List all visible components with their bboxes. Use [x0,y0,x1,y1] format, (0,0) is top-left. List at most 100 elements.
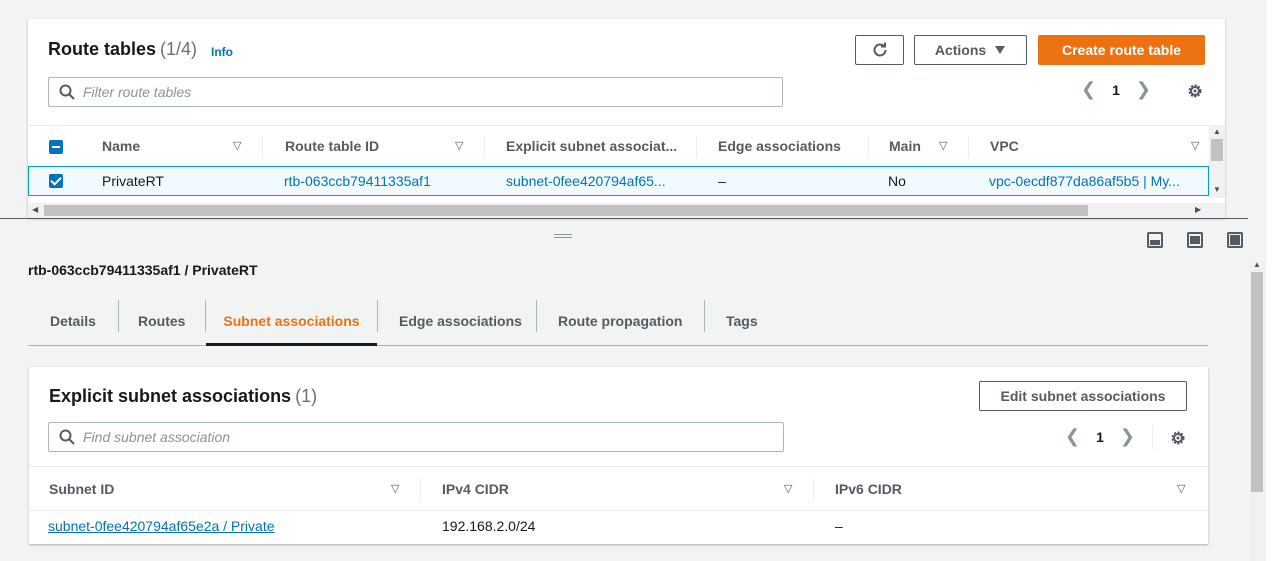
subnet-association-filter-input[interactable] [83,429,683,445]
tab-divider [704,300,705,332]
table-row[interactable]: PrivateRT rtb-063ccb79411335af1 subnet-0… [28,166,1209,196]
col-route-table-id[interactable]: Route table ID [285,138,379,154]
col-edge-associations[interactable]: Edge associations [718,138,841,154]
row-checkbox[interactable] [49,174,63,188]
row-name: PrivateRT [102,173,164,189]
subnet-pagination: ❮ 1 ❯ [1065,426,1135,447]
col-main[interactable]: Main [889,138,921,154]
col-explicit-subnet[interactable]: Explicit subnet associat... [506,138,677,154]
route-tables-panel: Route tables (1/4) Info Actions Create ro… [28,19,1225,218]
sort-icon[interactable]: ▽ [233,139,241,152]
route-tables-filter[interactable] [48,77,783,107]
row-route-table-id-link[interactable]: rtb-063ccb79411335af1 [284,173,431,189]
right-edge-strip [1265,0,1280,561]
subnet-header-row: Subnet ID ▽ IPv4 CIDR ▽ IPv6 CIDR ▽ [29,466,1208,511]
route-tables-title: Route tables (1/4) [48,39,197,60]
tab-routes[interactable]: Routes [138,296,185,346]
col-divider [420,479,421,501]
scroll-thumb[interactable] [1251,272,1263,492]
edit-subnet-associations-button[interactable]: Edit subnet associations [979,381,1187,411]
subnet-associations-heading: Explicit subnet associations [49,386,292,406]
sort-icon[interactable]: ▽ [939,139,947,152]
search-icon [59,84,75,100]
full-screen-icon[interactable] [1227,232,1243,248]
scroll-thumb[interactable] [1211,139,1223,161]
page-vertical-scrollbar[interactable]: ▲ [1249,260,1265,561]
detail-title: rtb-063ccb79411335af1 / PrivateRT [28,262,258,278]
split-divider[interactable] [0,218,1248,219]
tab-subnet-associations[interactable]: Subnet associations [206,296,377,346]
col-divider [484,136,485,158]
drag-handle-icon[interactable] [554,234,572,238]
scroll-up-icon[interactable]: ▲ [1253,260,1261,269]
subnet-associations-title: Explicit subnet associations (1) [49,386,317,407]
actions-label: Actions [934,42,987,58]
sort-icon[interactable]: ▽ [1191,139,1199,152]
col-divider [696,136,697,158]
page-number[interactable]: 1 [1112,82,1120,98]
tab-details[interactable]: Details [50,296,96,346]
row-subnet-link[interactable]: subnet-0fee420794af65... [506,173,666,189]
actions-button[interactable]: Actions [914,35,1027,65]
tab-edge-associations[interactable]: Edge associations [399,296,522,346]
sort-icon[interactable]: ▽ [1177,482,1185,495]
ipv6-cidr-value: – [835,518,843,534]
row-main: No [888,173,906,189]
sort-icon[interactable]: ▽ [784,482,792,495]
route-tables-pagination: ❮ 1 ❯ [1081,79,1151,100]
sort-icon[interactable]: ▽ [455,139,463,152]
info-link[interactable]: Info [211,45,233,59]
subnet-association-filter[interactable] [48,422,784,452]
scroll-down-icon[interactable]: ▼ [1213,185,1221,194]
prev-page-icon[interactable]: ❮ [1081,79,1096,100]
col-name[interactable]: Name [102,138,140,154]
tab-divider [118,300,119,332]
split-side-icon[interactable] [1187,232,1203,248]
ipv4-cidr-value: 192.168.2.0/24 [442,518,536,534]
row-vpc-link[interactable]: vpc-0ecdf877da86af5b5 | My... [989,173,1180,189]
col-subnet-id[interactable]: Subnet ID [49,481,114,497]
settings-gear-icon[interactable] [1186,82,1204,100]
scroll-right-icon[interactable]: ▶ [1195,205,1201,214]
route-tables-header-row: Name ▽ Route table ID ▽ Explicit subnet … [28,125,1209,167]
subnet-associations-count: (1) [295,386,318,406]
caret-down-icon [995,46,1006,54]
search-icon [59,429,75,445]
scroll-left-icon[interactable]: ◀ [32,205,38,214]
route-tables-filter-input[interactable] [83,84,683,100]
col-divider [868,136,869,158]
settings-gear-icon[interactable] [1169,429,1187,447]
table-row: subnet-0fee420794af65e2a / Private 192.1… [29,511,1208,543]
col-ipv6-cidr[interactable]: IPv6 CIDR [835,481,902,497]
route-tables-heading: Route tables [48,39,157,59]
detail-tabs: Details Routes Subnet associations Edge … [28,296,1208,346]
row-edge: – [718,173,726,189]
split-bottom-icon[interactable] [1147,232,1163,248]
subnet-associations-panel: Explicit subnet associations (1) Edit sub… [29,367,1208,544]
tab-divider [536,300,537,332]
pager-divider [1152,425,1153,449]
col-divider [262,136,263,158]
refresh-button[interactable] [855,35,904,65]
col-divider [968,136,969,158]
select-all-checkbox[interactable] [49,140,63,154]
tab-divider [377,300,378,332]
tab-tags[interactable]: Tags [726,296,758,346]
create-route-table-button[interactable]: Create route table [1038,35,1205,65]
tab-route-propagation[interactable]: Route propagation [558,296,682,346]
sort-icon[interactable]: ▽ [391,482,399,495]
col-divider [813,479,814,501]
route-tables-count: (1/4) [160,39,198,59]
next-page-icon[interactable]: ❯ [1120,426,1135,447]
table-horizontal-scrollbar[interactable]: ◀ ▶ [28,203,1225,218]
scroll-thumb[interactable] [44,205,1088,216]
subnet-id-link[interactable]: subnet-0fee420794af65e2a / Private [48,518,275,534]
table-vertical-scrollbar[interactable]: ▲ ▼ [1209,125,1225,198]
prev-page-icon[interactable]: ❮ [1065,426,1080,447]
col-ipv4-cidr[interactable]: IPv4 CIDR [442,481,509,497]
page-number[interactable]: 1 [1096,429,1104,445]
next-page-icon[interactable]: ❯ [1136,79,1151,100]
scroll-up-icon[interactable]: ▲ [1213,127,1221,136]
refresh-icon [873,42,886,57]
col-vpc[interactable]: VPC [990,138,1019,154]
